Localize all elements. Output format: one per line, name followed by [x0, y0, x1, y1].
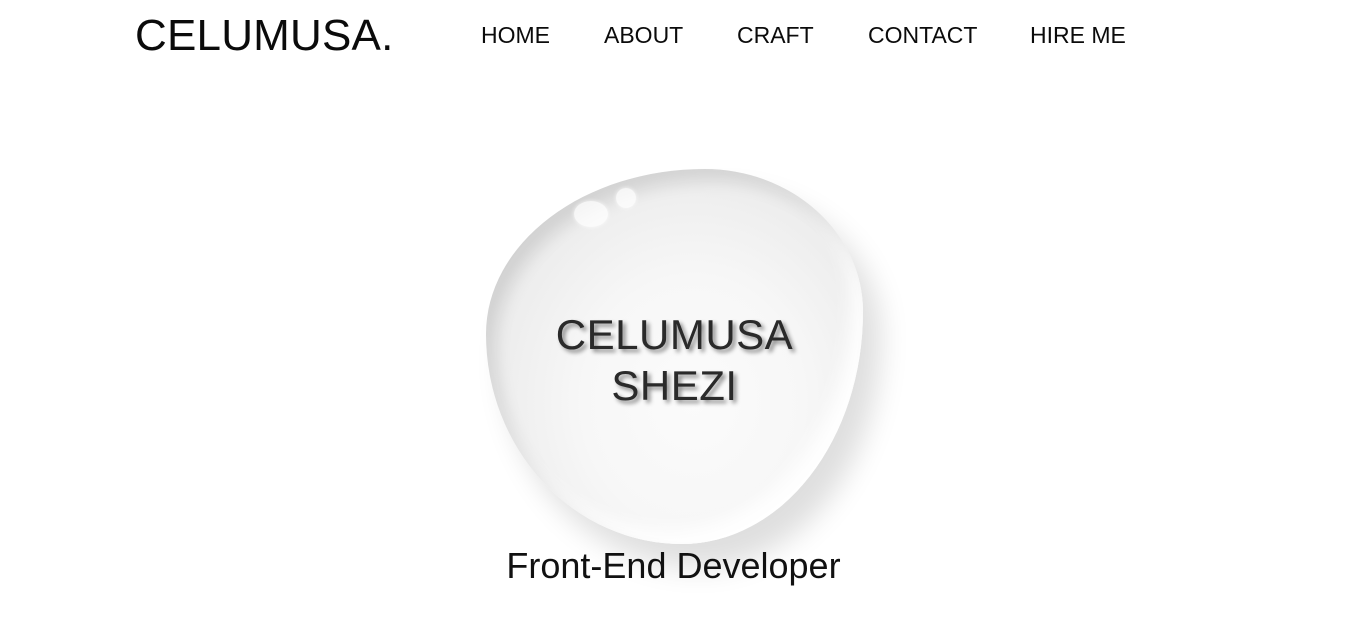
nav-link-contact[interactable]: CONTACT — [868, 21, 977, 49]
nav-link-hire-me[interactable]: HIRE ME — [1030, 21, 1126, 49]
nav-link-craft[interactable]: CRAFT — [737, 21, 814, 49]
hero-name-last: SHEZI — [611, 362, 738, 409]
top-navigation-bar: CELUMUSA. HOME ABOUT CRAFT CONTACT HIRE … — [0, 0, 1347, 70]
drop-highlight-bubble — [574, 201, 608, 227]
nav-link-home[interactable]: HOME — [481, 21, 550, 49]
hero-name: CELUMUSA SHEZI — [486, 309, 863, 411]
nav-link-about[interactable]: ABOUT — [604, 21, 683, 49]
drop-small-highlight-bubble — [616, 188, 636, 208]
hero-role-title: Front-End Developer — [506, 545, 841, 586]
portfolio-page: CELUMUSA. HOME ABOUT CRAFT CONTACT HIRE … — [0, 0, 1347, 637]
site-logo[interactable]: CELUMUSA. — [135, 11, 394, 61]
water-drop-graphic: CELUMUSA SHEZI — [486, 169, 863, 544]
hero-name-first: CELUMUSA — [555, 311, 794, 358]
